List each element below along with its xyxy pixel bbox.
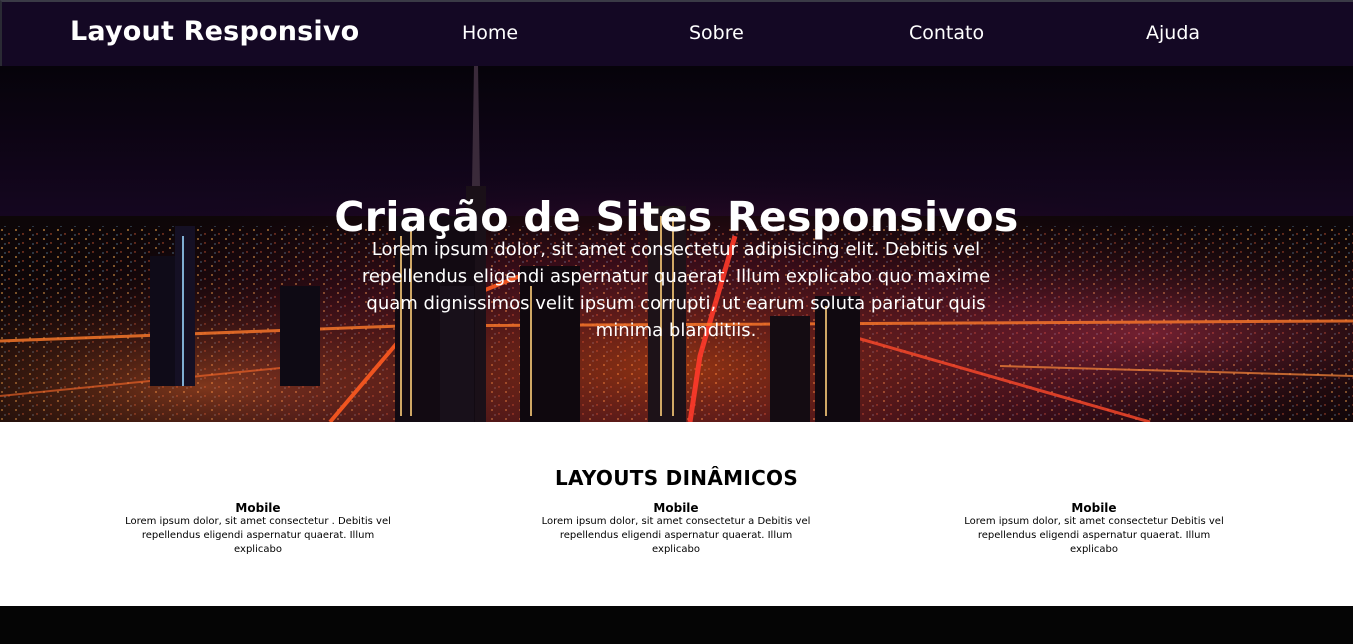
features-heading: LAYOUTS DINÂMICOS <box>554 465 799 490</box>
navbar: Layout Responsivo Home Sobre Contato Aju… <box>0 0 1353 66</box>
next-section-dark-background <box>0 606 1353 644</box>
nav-link-sobre[interactable]: Sobre <box>689 22 744 44</box>
hero-section: Criação de Sites Responsivos Lorem ipsum… <box>0 66 1353 422</box>
nav-link-ajuda[interactable]: Ajuda <box>1146 22 1200 44</box>
nav-link-home[interactable]: Home <box>462 22 518 44</box>
nav-link-contato[interactable]: Contato <box>909 22 984 44</box>
features-section: LAYOUTS DINÂMICOS Mobile Lorem ipsum dol… <box>0 422 1353 606</box>
hero-description: Lorem ipsum dolor, sit amet consectetur … <box>361 239 991 341</box>
feature-card: Mobile Lorem ipsum dolor, sit amet conse… <box>123 501 393 557</box>
hero-title: Criação de Sites Responsivos <box>334 193 1019 242</box>
feature-card-text: Lorem ipsum dolor, sit amet consectetur … <box>125 516 391 555</box>
feature-card-title: Mobile <box>1071 501 1117 515</box>
feature-card-title: Mobile <box>653 501 699 515</box>
feature-card-text: Lorem ipsum dolor, sit amet consectetur … <box>541 516 811 555</box>
brand-logo[interactable]: Layout Responsivo <box>70 16 359 47</box>
feature-card: Mobile Lorem ipsum dolor, sit amet conse… <box>541 501 811 557</box>
feature-card-text: Lorem ipsum dolor, sit amet consectetur … <box>964 516 1224 555</box>
feature-card: Mobile Lorem ipsum dolor, sit amet conse… <box>959 501 1229 557</box>
feature-card-title: Mobile <box>235 501 281 515</box>
